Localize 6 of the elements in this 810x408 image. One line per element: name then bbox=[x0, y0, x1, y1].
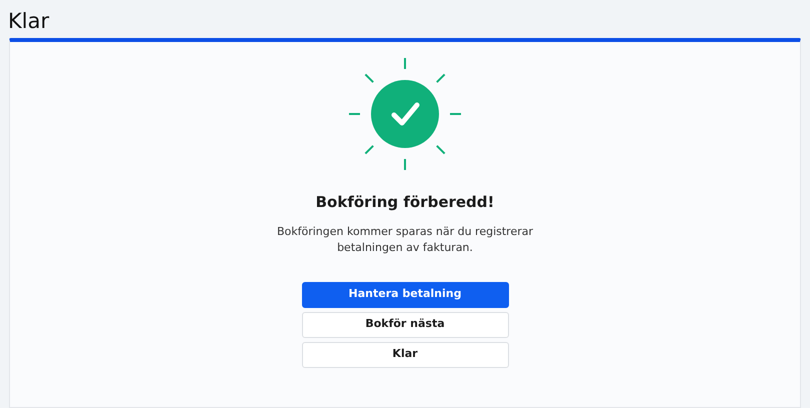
manage-payment-button[interactable]: Hantera betalning bbox=[302, 282, 508, 308]
success-heading: Bokföring förberedd! bbox=[316, 192, 494, 213]
done-button[interactable]: Klar bbox=[302, 342, 508, 368]
success-message: Bokföringen kommer sparas när du registrerar betalningen av fakturan. bbox=[276, 224, 534, 256]
next-button[interactable]: Bokför nästa bbox=[302, 312, 508, 338]
page-title: Klar bbox=[7, 8, 50, 35]
